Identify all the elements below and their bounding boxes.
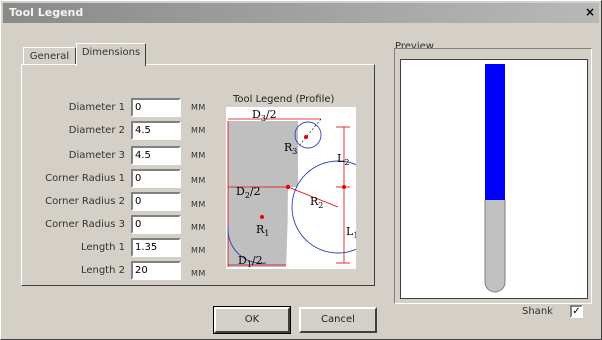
tab-general[interactable]: General [23, 47, 76, 65]
tool-preview-image [484, 64, 506, 293]
length-2-label: Length 2 [80, 265, 125, 276]
corner-radius-2-unit: MM [191, 200, 206, 209]
tool-shank [485, 64, 505, 200]
diameter-2-field[interactable]: 4.5 [131, 121, 181, 140]
corner-radius-3-unit: MM [191, 223, 206, 232]
length-1-field[interactable]: 1.35 [131, 238, 181, 257]
corner-radius-2-label: Corner Radius 2 [45, 196, 125, 207]
diameter-3-field[interactable]: 4.5 [131, 146, 181, 165]
checkmark-icon: ✓ [572, 306, 581, 317]
diameter-2-label: Diameter 2 [68, 125, 125, 136]
window-title: Tool Legend [9, 6, 84, 19]
cancel-button[interactable]: Cancel [299, 307, 377, 333]
tool-flute-top [485, 200, 505, 220]
length-1-row: Length 1 [1, 238, 131, 258]
diameter-2-unit: MM [191, 126, 206, 135]
diameter-1-unit: MM [191, 103, 206, 112]
shank-checkbox[interactable]: ✓ [570, 305, 583, 318]
tool-legend-dialog: Tool Legend × General Dimensions Diamete… [0, 0, 602, 340]
diameter-3-label: Diameter 3 [68, 150, 125, 161]
ok-button[interactable]: OK [213, 306, 291, 334]
length-2-field[interactable]: 20 [131, 261, 181, 280]
diameter-3-unit: MM [191, 151, 206, 160]
corner-radius-3-row: Corner Radius 3 [1, 215, 131, 235]
corner-radius-1-row: Corner Radius 1 [1, 169, 131, 189]
length-2-row: Length 2 [1, 261, 131, 281]
corner-radius-2-row: Corner Radius 2 [1, 192, 131, 212]
preview-canvas [400, 59, 588, 299]
diameter-3-row: Diameter 3 [1, 146, 131, 166]
corner-radius-1-field[interactable]: 0 [131, 169, 181, 188]
legend-title: Tool Legend (Profile) [233, 94, 335, 105]
diameter-2-row: Diameter 2 [1, 121, 131, 141]
tool-profile-diagram: D3/2 D2/2 D1/2 R1 R3 R2 L1 L2 [226, 107, 356, 269]
tab-dimensions[interactable]: Dimensions [76, 43, 146, 66]
corner-radius-1-label: Corner Radius 1 [45, 173, 125, 184]
corner-radius-3-field[interactable]: 0 [131, 215, 181, 234]
corner-radius-3-label: Corner Radius 3 [45, 219, 125, 230]
diameter-1-label: Diameter 1 [68, 102, 125, 113]
close-icon[interactable]: × [583, 6, 597, 20]
shank-label: Shank [522, 306, 553, 317]
corner-radius-2-field[interactable]: 0 [131, 192, 181, 211]
diameter-1-row: Diameter 1 [1, 98, 131, 118]
length-1-unit: MM [191, 246, 206, 255]
length-1-label: Length 1 [80, 242, 125, 253]
title-bar[interactable]: Tool Legend × [3, 3, 599, 23]
diameter-1-field[interactable]: 0 [131, 98, 181, 117]
length-2-unit: MM [191, 269, 206, 278]
corner-radius-1-unit: MM [191, 176, 206, 185]
